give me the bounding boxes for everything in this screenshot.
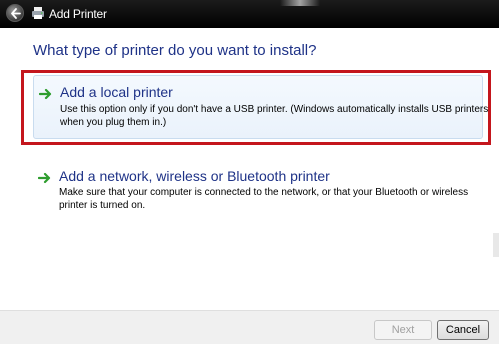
- wizard-footer: Next Cancel: [0, 310, 499, 344]
- title-bar-glow: [280, 0, 320, 6]
- option-description: Make sure that your computer is connecte…: [59, 187, 469, 211]
- back-arrow-icon: [11, 8, 21, 19]
- add-printer-window: Add Printer What type of printer do you …: [0, 0, 499, 344]
- next-button[interactable]: Next: [374, 320, 432, 340]
- scrollbar-edge: [493, 233, 499, 257]
- page-heading: What type of printer do you want to inst…: [33, 42, 317, 59]
- option-title: Add a network, wireless or Bluetooth pri…: [59, 168, 330, 184]
- back-button[interactable]: [6, 4, 24, 22]
- add-network-printer-option[interactable]: Add a network, wireless or Bluetooth pri…: [33, 165, 483, 215]
- title-bar: Add Printer: [0, 0, 499, 28]
- window-title: Add Printer: [49, 7, 107, 21]
- highlight-frame: [21, 70, 491, 145]
- green-arrow-icon: [38, 172, 51, 184]
- cancel-button[interactable]: Cancel: [437, 320, 489, 340]
- printer-icon: [32, 7, 44, 19]
